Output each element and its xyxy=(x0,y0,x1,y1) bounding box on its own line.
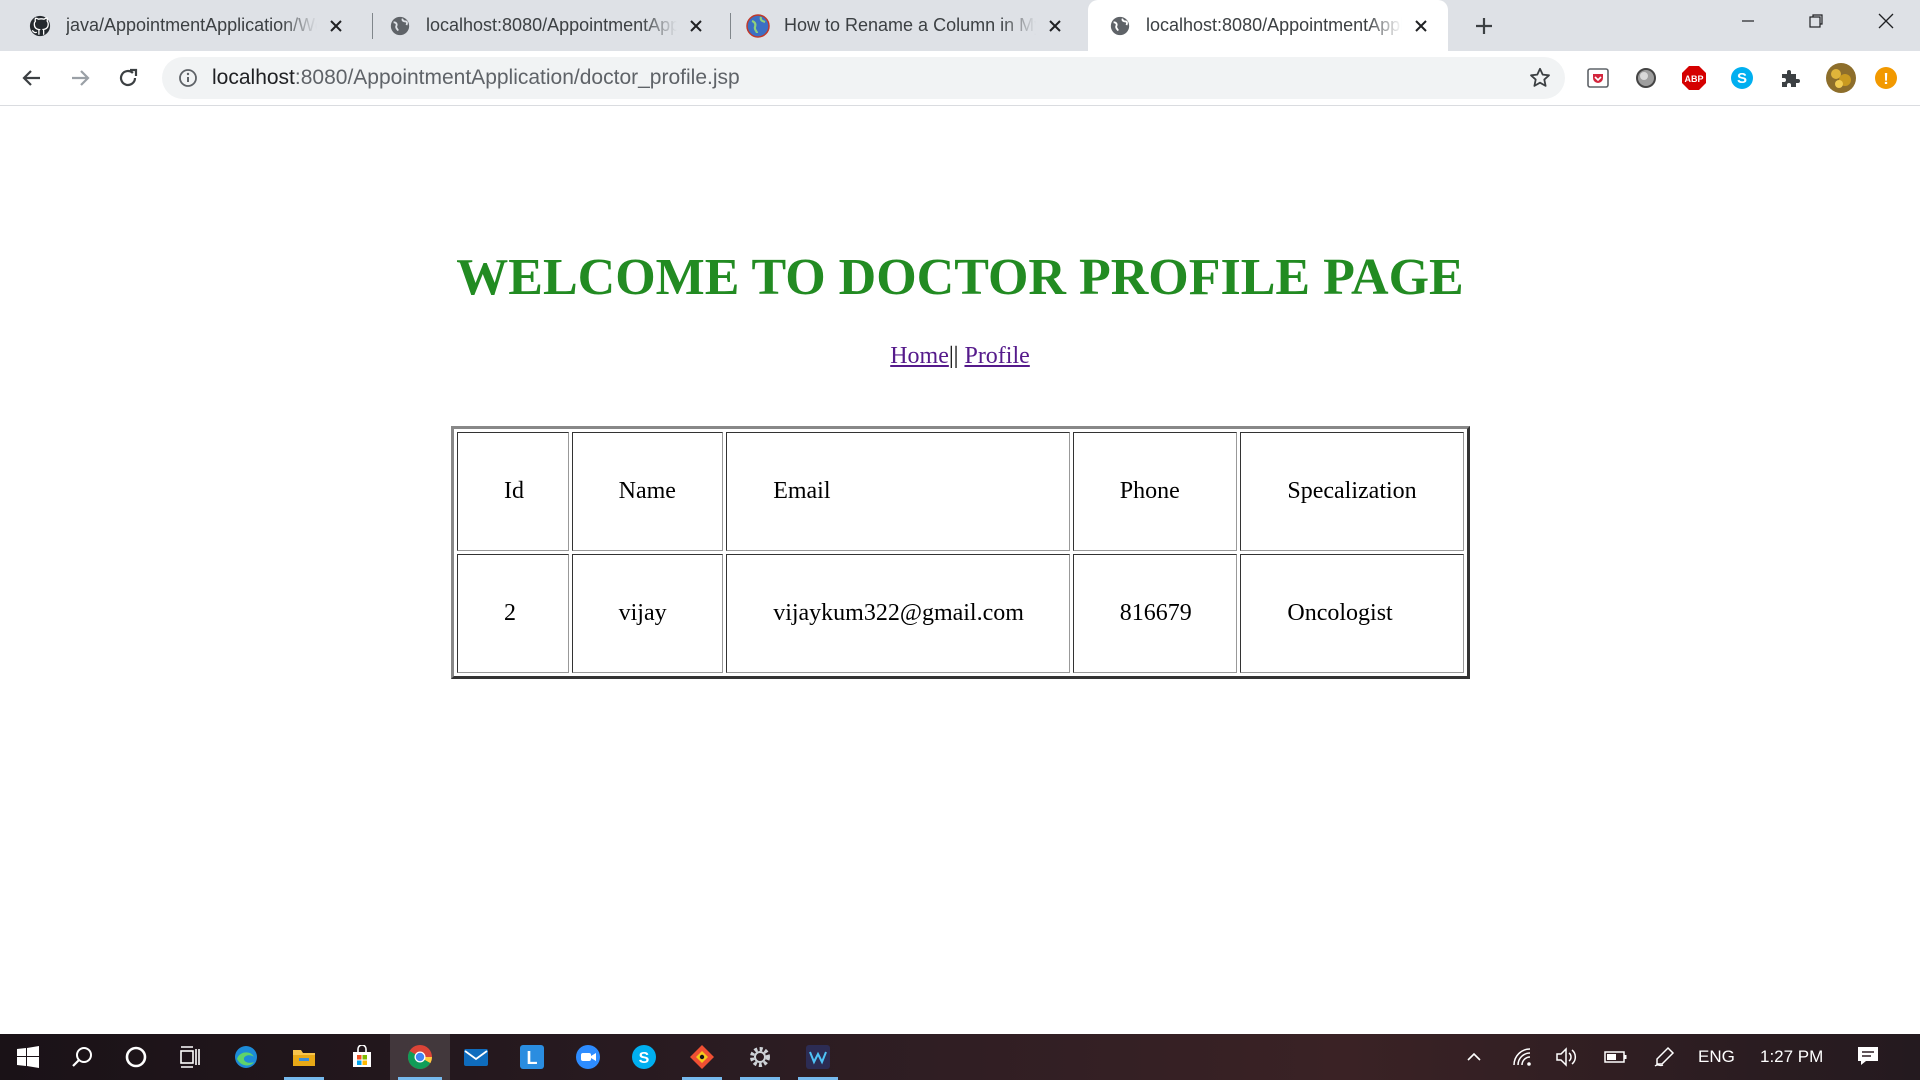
browser-tab-4-active[interactable]: localhost:8080/AppointmentApplication/..… xyxy=(1088,0,1448,51)
wifi-icon[interactable] xyxy=(1510,1045,1534,1069)
l-app-icon[interactable]: L xyxy=(504,1034,560,1080)
doctor-profile-table: Id Name Email Phone Specalization 2 vija… xyxy=(451,426,1470,679)
windows-taskbar: L S ENG 1:27 PM xyxy=(0,1034,1920,1080)
close-tab-icon[interactable] xyxy=(685,15,707,37)
globe-icon xyxy=(1108,14,1132,38)
column-header-specialization: Specalization xyxy=(1240,432,1464,551)
vs-code-icon[interactable] xyxy=(790,1034,846,1080)
bookmark-star-icon[interactable] xyxy=(1527,65,1553,91)
address-bar[interactable]: localhost:8080/AppointmentApplication/do… xyxy=(162,57,1565,99)
adblock-label: ABP xyxy=(1684,74,1703,84)
tab-title: How to Rename a Column in MySQL xyxy=(784,15,1036,35)
skype-icon[interactable]: S xyxy=(1729,65,1755,91)
close-tab-icon[interactable] xyxy=(1044,15,1066,37)
puzzle-extensions-icon[interactable] xyxy=(1777,65,1803,91)
url-host: localhost xyxy=(212,66,295,89)
close-tab-icon[interactable] xyxy=(1410,15,1432,37)
battery-icon[interactable] xyxy=(1604,1045,1628,1069)
chevron-up-icon[interactable] xyxy=(1462,1045,1486,1069)
new-tab-button[interactable] xyxy=(1466,8,1502,44)
url-path: :8080/AppointmentApplication/doctor_prof… xyxy=(294,66,740,89)
circle-extension-icon[interactable] xyxy=(1633,65,1659,91)
tab-strip: java/AppointmentApplication/WebContent/.… xyxy=(0,0,1920,51)
browser-tab-1[interactable]: java/AppointmentApplication/WebContent/.… xyxy=(8,0,363,51)
web-globe-icon xyxy=(746,13,770,38)
cell-email: vijaykum322@gmail.com xyxy=(726,554,1070,673)
profile-link[interactable]: Profile xyxy=(964,343,1029,369)
close-window-button[interactable] xyxy=(1852,0,1920,42)
task-view-icon[interactable] xyxy=(162,1034,218,1080)
table-header-row: Id Name Email Phone Specalization xyxy=(457,432,1464,551)
globe-icon xyxy=(388,14,412,38)
store-icon[interactable] xyxy=(334,1034,390,1080)
pocket-icon[interactable] xyxy=(1585,65,1611,91)
column-header-name: Name xyxy=(571,432,724,551)
cell-phone: 816679 xyxy=(1072,554,1238,673)
zoom-icon[interactable] xyxy=(560,1034,616,1080)
adblock-plus-icon[interactable]: ABP xyxy=(1681,65,1707,91)
cell-specialization: Oncologist xyxy=(1240,554,1464,673)
tab-title: localhost:8080/AppointmentApplication/..… xyxy=(1146,15,1402,35)
chrome-icon[interactable] xyxy=(390,1034,450,1080)
tab-title: java/AppointmentApplication/WebContent/.… xyxy=(66,15,317,35)
column-header-phone: Phone xyxy=(1072,432,1238,551)
home-link[interactable]: Home xyxy=(890,343,949,369)
git-icon[interactable] xyxy=(674,1034,730,1080)
skype-icon[interactable]: S xyxy=(616,1034,672,1080)
cell-id: 2 xyxy=(457,554,569,673)
skype-taskbar-label: S xyxy=(639,1050,650,1067)
reload-button[interactable] xyxy=(110,60,146,96)
browser-toolbar: localhost:8080/AppointmentApplication/do… xyxy=(0,51,1920,106)
site-info-icon[interactable] xyxy=(176,66,200,90)
mail-icon[interactable] xyxy=(448,1034,504,1080)
restore-button[interactable] xyxy=(1782,0,1850,42)
profile-avatar-icon[interactable] xyxy=(1825,62,1857,94)
file-explorer-icon[interactable] xyxy=(276,1034,332,1080)
volume-icon[interactable] xyxy=(1554,1045,1578,1069)
edge-icon[interactable] xyxy=(218,1034,274,1080)
settings-gear-icon[interactable] xyxy=(732,1034,788,1080)
clock[interactable]: 1:27 PM xyxy=(1760,1034,1823,1080)
browser-tab-3[interactable]: How to Rename a Column in MySQL xyxy=(726,0,1082,51)
browser-tab-2[interactable]: localhost:8080/AppointmentApplication/..… xyxy=(368,0,723,51)
github-icon xyxy=(28,14,52,38)
column-header-email: Email xyxy=(726,432,1070,551)
minimize-button[interactable] xyxy=(1714,0,1782,42)
l-app-label: L xyxy=(527,1048,538,1068)
page-nav: Home|| Profile xyxy=(0,343,1920,370)
notifications-icon[interactable] xyxy=(1856,1044,1880,1068)
search-icon[interactable] xyxy=(54,1034,110,1080)
web-page: WELCOME TO DOCTOR PROFILE PAGE Home|| Pr… xyxy=(0,106,1920,1034)
cell-name: vijay xyxy=(571,554,724,673)
forward-button[interactable] xyxy=(62,60,98,96)
tab-title: localhost:8080/AppointmentApplication/..… xyxy=(426,15,677,35)
pen-workspace-icon[interactable] xyxy=(1652,1045,1676,1069)
update-alert-label: ! xyxy=(1883,71,1888,88)
table-row: 2 vijay vijaykum322@gmail.com 816679 Onc… xyxy=(457,554,1464,673)
nav-separator: || xyxy=(948,343,959,369)
close-tab-icon[interactable] xyxy=(325,15,347,37)
column-header-id: Id xyxy=(457,432,569,551)
windows-start-icon[interactable] xyxy=(0,1034,56,1080)
back-button[interactable] xyxy=(14,60,50,96)
page-title: WELCOME TO DOCTOR PROFILE PAGE xyxy=(456,249,1464,306)
url-text[interactable]: localhost:8080/AppointmentApplication/do… xyxy=(212,57,740,99)
language-indicator[interactable]: ENG xyxy=(1698,1034,1735,1080)
skype-label: S xyxy=(1737,70,1747,87)
cortana-icon[interactable] xyxy=(108,1034,164,1080)
update-alert-icon[interactable]: ! xyxy=(1873,65,1899,91)
